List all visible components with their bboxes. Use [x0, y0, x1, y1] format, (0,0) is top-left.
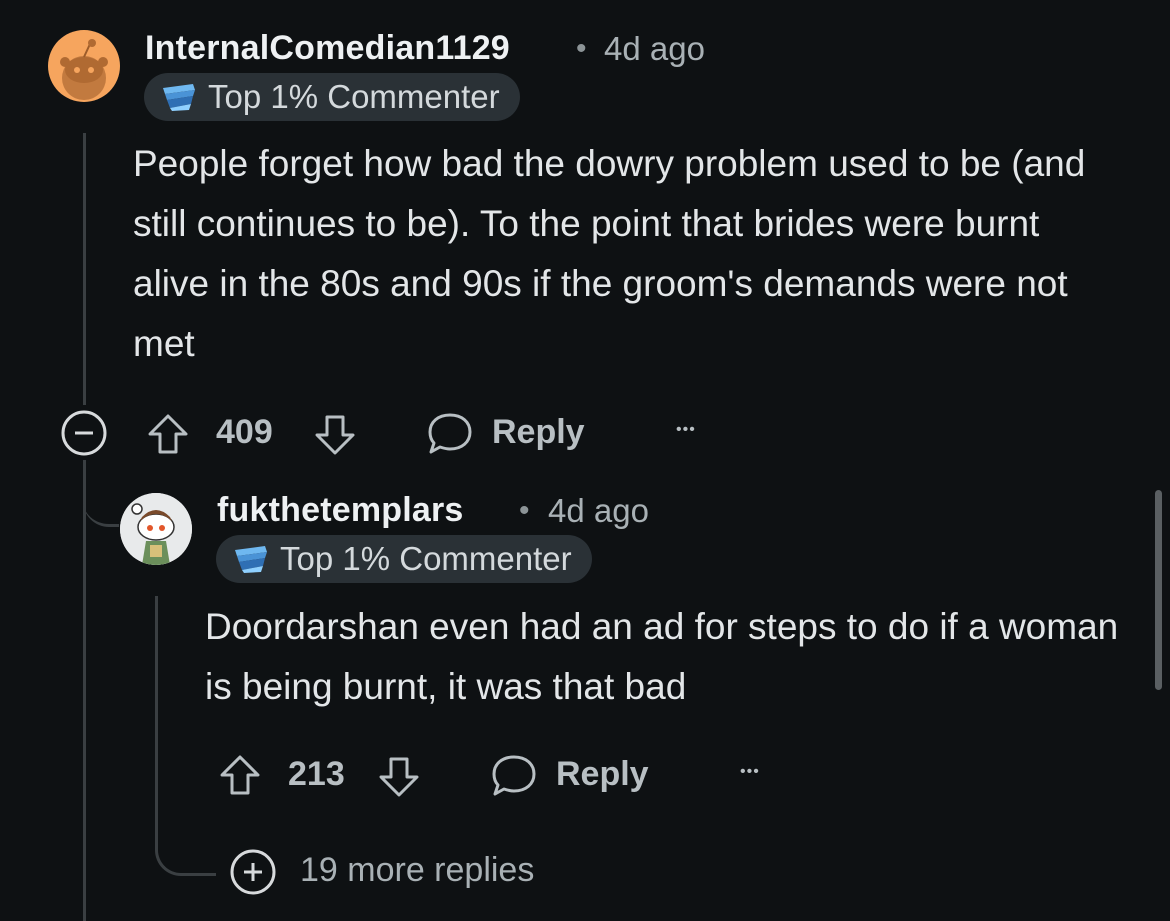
thread-line-main-lower[interactable] — [83, 460, 86, 921]
more-replies-link[interactable]: 19 more replies — [300, 851, 534, 890]
user-flair: Top 1% Commenter — [216, 535, 592, 583]
downvote-icon[interactable] — [377, 755, 421, 799]
downvote-icon[interactable] — [313, 413, 357, 457]
vote-count: 409 — [216, 413, 273, 451]
collapse-thread-icon[interactable] — [60, 409, 108, 457]
snoo-avatar-icon — [60, 39, 108, 100]
upvote-icon[interactable] — [218, 753, 262, 797]
comment-body: People forget how bad the dowry problem … — [133, 143, 1086, 364]
commenter-badge-icon — [163, 84, 195, 111]
snoo-avatar-icon — [120, 493, 192, 565]
expand-replies-icon[interactable] — [229, 848, 277, 896]
user-flair: Top 1% Commenter — [144, 73, 520, 121]
comment-timestamp: 4d ago — [548, 492, 649, 529]
flair-label: Top 1% Commenter — [280, 540, 572, 577]
thread-line-main[interactable] — [83, 133, 86, 405]
avatar[interactable] — [120, 493, 192, 565]
reply-icon[interactable] — [426, 411, 474, 457]
thread-connector — [83, 470, 119, 527]
more-options-icon[interactable]: ••• — [676, 421, 696, 439]
comment-timestamp: 4d ago — [604, 30, 705, 67]
meta-separator: • — [519, 494, 530, 527]
more-options-icon[interactable]: ••• — [740, 763, 760, 781]
flair-label: Top 1% Commenter — [208, 78, 500, 115]
reply-icon[interactable] — [490, 753, 538, 799]
meta-separator: • — [576, 32, 587, 65]
comment-author[interactable]: fukthetemplars — [217, 491, 464, 530]
commenter-badge-icon — [235, 546, 267, 573]
thread-connector-more — [155, 820, 216, 876]
comment-body: Doordarshan even had an ad for steps to … — [205, 606, 1119, 707]
thread-line-child[interactable] — [155, 596, 158, 838]
scrollbar[interactable] — [1155, 490, 1162, 690]
reply-button[interactable]: Reply — [492, 413, 585, 452]
upvote-icon[interactable] — [146, 412, 190, 456]
comment-author[interactable]: InternalComedian1129 — [145, 29, 510, 68]
avatar[interactable] — [48, 30, 120, 102]
vote-count: 213 — [288, 755, 345, 793]
reply-button[interactable]: Reply — [556, 755, 649, 794]
